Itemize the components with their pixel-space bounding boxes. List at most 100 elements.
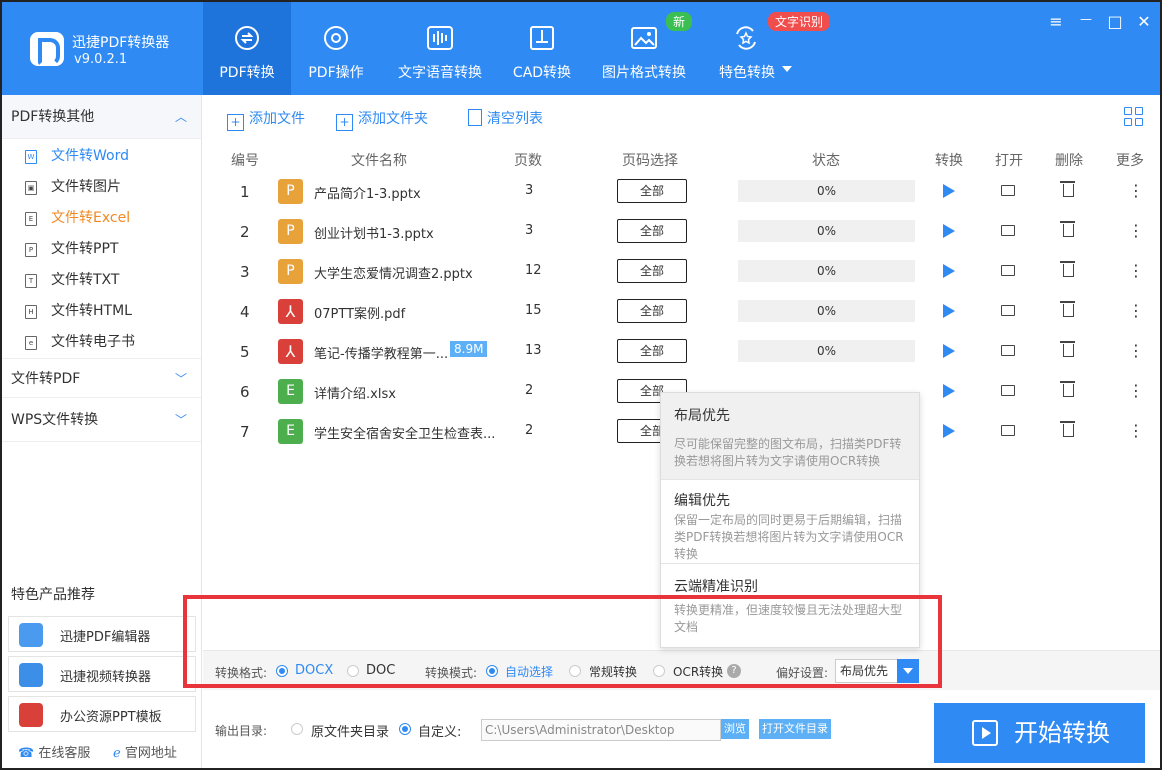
mode-ocr-label[interactable]: OCR转换	[673, 663, 723, 680]
mode-auto-label[interactable]: 自动选择	[505, 663, 553, 680]
add-folder-label: 添加文件夹	[358, 111, 428, 127]
output-custom-radio[interactable]	[399, 723, 411, 735]
folder-icon[interactable]	[1001, 265, 1015, 276]
trash-icon[interactable]	[1060, 221, 1075, 237]
more-icon[interactable]: ⋮	[1128, 261, 1144, 280]
more-icon[interactable]: ⋮	[1128, 341, 1144, 360]
sidebar-section-to-pdf[interactable]: 文件转PDF ﹀	[2, 358, 201, 398]
trash-icon[interactable]	[1060, 381, 1075, 397]
output-path-input[interactable]: C:\Users\Administrator\Desktop	[481, 719, 721, 741]
sidebar-section-pdf-other[interactable]: PDF转换其他 ︿	[2, 95, 201, 139]
play-icon[interactable]	[943, 264, 955, 278]
mode-ocr-radio[interactable]	[653, 665, 665, 677]
rec-pdf-editor[interactable]: 迅捷PDF编辑器	[8, 616, 196, 652]
trash-icon[interactable]	[1060, 421, 1075, 437]
folder-icon[interactable]	[1001, 345, 1015, 356]
trash-icon[interactable]	[1060, 341, 1075, 357]
play-icon[interactable]	[943, 384, 955, 398]
sidebar-item-excel[interactable]: E 文件转Excel	[2, 203, 201, 234]
sidebar-item-word[interactable]: W 文件转Word	[2, 141, 201, 172]
more-icon[interactable]: ⋮	[1128, 381, 1144, 400]
sidebar-item-ppt[interactable]: P 文件转PPT	[2, 234, 201, 265]
rec-video-converter[interactable]: 迅捷视频转换器	[8, 656, 196, 692]
col-header-open: 打开	[995, 153, 1023, 169]
maximize-icon[interactable]: □	[1105, 12, 1125, 31]
grid-view-icon[interactable]	[1124, 107, 1144, 127]
more-icon[interactable]: ⋮	[1128, 421, 1144, 440]
tab-voice-convert[interactable]: 文字语音转换	[394, 2, 486, 95]
folder-icon[interactable]	[1001, 305, 1015, 316]
page-range-button[interactable]: 全部	[617, 339, 687, 363]
page-range-button[interactable]: 全部	[617, 219, 687, 243]
open-dir-button[interactable]: 打开文件目录	[759, 719, 831, 739]
row-number: 5	[240, 343, 250, 361]
file-type-letter: P	[286, 183, 295, 199]
output-source-label[interactable]: 原文件夹目录	[311, 721, 389, 740]
trash-icon[interactable]	[1060, 181, 1075, 197]
folder-icon[interactable]	[1001, 425, 1015, 436]
add-file-button[interactable]: + 添加文件	[227, 108, 305, 131]
close-icon[interactable]: ✕	[1134, 12, 1154, 31]
folder-icon[interactable]	[1001, 225, 1015, 236]
rec-ppt-template[interactable]: 办公资源PPT模板	[8, 696, 196, 732]
trash-icon[interactable]	[1060, 301, 1075, 317]
voice-wave-icon	[427, 26, 453, 50]
mode-normal-label[interactable]: 常规转换	[589, 663, 637, 680]
sidebar-item-html[interactable]: H 文件转HTML	[2, 296, 201, 327]
more-icon[interactable]: ⋮	[1128, 181, 1144, 200]
sidebar-item-ebook[interactable]: e 文件转电子书	[2, 327, 201, 358]
help-icon[interactable]: ?	[727, 664, 741, 678]
pref-option-edit[interactable]: 编辑优先 保留一定布局的同时更易于后期编辑，扫描类PDF转换若想将图片转为文字请…	[661, 479, 919, 563]
format-docx-radio[interactable]	[276, 665, 288, 677]
play-icon[interactable]	[943, 184, 955, 198]
tab-cad-convert[interactable]: CAD转换	[498, 2, 586, 95]
pref-select[interactable]: 布局优先	[835, 659, 919, 683]
mode-auto-radio[interactable]	[486, 665, 498, 677]
table-row[interactable]: 3 P 大学生恋爱情况调查2.pptx 12 全部 0% ⋮	[203, 253, 1160, 293]
page-range-button[interactable]: 全部	[617, 299, 687, 323]
table-row[interactable]: 5 ⅄ 笔记-传播学教程第一... 8.9M 13 全部 0% ⋮	[203, 333, 1160, 373]
browse-button[interactable]: 浏览	[721, 719, 749, 739]
table-row[interactable]: 1 P 产品简介1-3.pptx 3 全部 0% ⋮	[203, 173, 1160, 213]
page-range-button[interactable]: 全部	[617, 259, 687, 283]
play-icon[interactable]	[943, 224, 955, 238]
output-source-radio[interactable]	[291, 723, 303, 735]
online-service-link[interactable]: ☎ 在线客服	[18, 742, 90, 761]
table-row[interactable]: 2 P 创业计划书1-3.pptx 3 全部 0% ⋮	[203, 213, 1160, 253]
trash-icon[interactable]	[1060, 261, 1075, 277]
page-range-button[interactable]: 全部	[617, 179, 687, 203]
folder-icon[interactable]	[1001, 185, 1015, 196]
txt-file-icon: T	[25, 274, 37, 288]
pref-option-layout[interactable]: 布局优先 尽可能保留完整的图文布局，扫描类PDF转换若想将图片转为文字请使用OC…	[661, 393, 919, 479]
play-icon[interactable]	[943, 344, 955, 358]
table-row[interactable]: 4 ⅄ 07PTT案例.pdf 15 全部 0% ⋮	[203, 293, 1160, 333]
folder-icon[interactable]	[1001, 385, 1015, 396]
tab-pdf-convert[interactable]: PDF转换	[203, 2, 291, 95]
add-folder-button[interactable]: + 添加文件夹	[336, 108, 428, 131]
format-doc-radio[interactable]	[347, 665, 359, 677]
output-custom-label[interactable]: 自定义:	[418, 721, 461, 740]
format-doc-label[interactable]: DOC	[366, 663, 395, 678]
section-label: WPS文件转换	[11, 412, 99, 428]
start-convert-button[interactable]: 开始转换	[934, 703, 1145, 763]
menu-icon[interactable]: ≡	[1046, 12, 1066, 31]
more-icon[interactable]: ⋮	[1128, 301, 1144, 320]
sidebar-item-txt[interactable]: T 文件转TXT	[2, 265, 201, 296]
sidebar-item-image[interactable]: ▣ 文件转图片	[2, 172, 201, 203]
row-number: 6	[240, 383, 250, 401]
clear-list-button[interactable]: 清空列表	[468, 108, 543, 128]
pref-label: 偏好设置:	[776, 666, 829, 680]
mode-normal-radio[interactable]	[569, 665, 581, 677]
section-label: PDF转换其他	[11, 109, 95, 125]
play-icon[interactable]	[943, 304, 955, 318]
chevron-down-icon[interactable]	[897, 659, 919, 683]
minimize-icon[interactable]: —	[1076, 12, 1096, 26]
play-icon[interactable]	[943, 424, 955, 438]
format-docx-label[interactable]: DOCX	[295, 663, 333, 678]
sidebar-section-wps[interactable]: WPS文件转换 ﹀	[2, 398, 201, 442]
more-icon[interactable]: ⋮	[1128, 221, 1144, 240]
option-title: 云端精准识别	[674, 579, 758, 595]
tab-pdf-operate[interactable]: PDF操作	[292, 2, 380, 95]
website-link[interactable]: ℯ 官网地址	[113, 742, 177, 761]
pref-option-cloud[interactable]: 云端精准识别 转换更精准，但速度较慢且无法处理超大型文档	[661, 563, 919, 647]
